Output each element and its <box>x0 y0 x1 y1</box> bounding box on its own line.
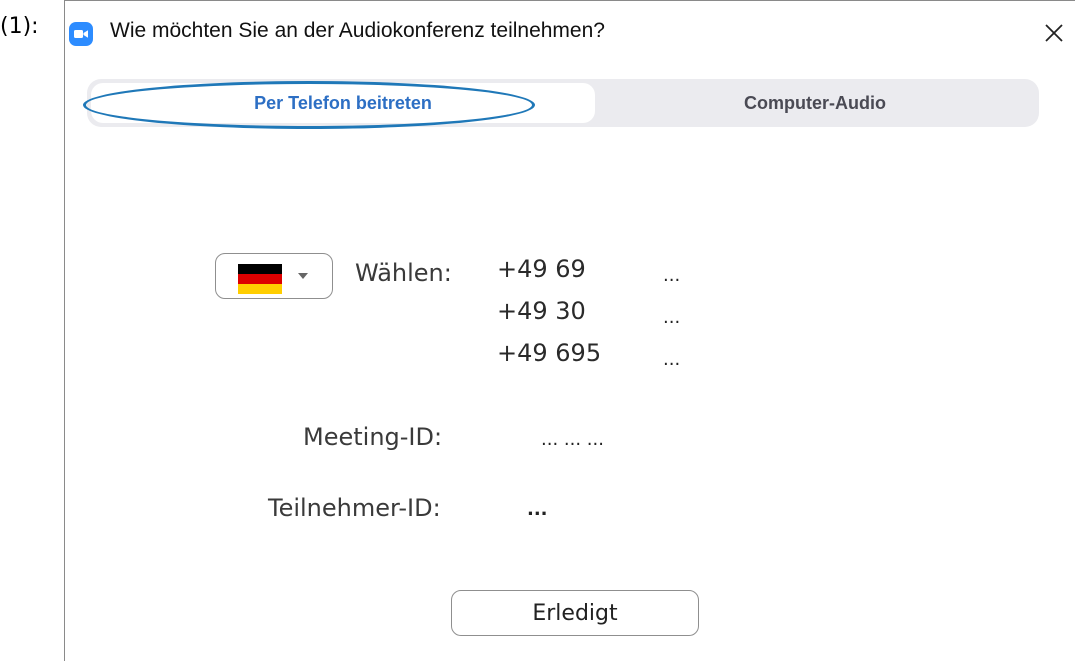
tab-computer-audio[interactable]: Computer-Audio <box>595 83 1035 123</box>
dial-number-rest: ... <box>663 307 681 328</box>
germany-flag-icon <box>238 264 282 294</box>
title-bar: Wie möchten Sie an der Audiokonferenz te… <box>65 1 1075 61</box>
participant-id-label: Teilnehmer-ID: <box>268 494 441 522</box>
dialog-title: Wie möchten Sie an der Audiokonferenz te… <box>110 19 605 42</box>
country-dropdown[interactable] <box>215 253 333 299</box>
audio-join-dialog: Wie möchten Sie an der Audiokonferenz te… <box>64 0 1075 661</box>
step-label: (1): <box>0 14 39 39</box>
zoom-icon <box>69 22 93 46</box>
dial-number-rest: ... <box>663 349 681 370</box>
dial-number-rest: ... <box>663 265 681 286</box>
participant-id-value: ... <box>527 499 548 520</box>
dial-number: +49 69 <box>497 255 586 283</box>
chevron-down-icon <box>298 273 308 279</box>
meeting-id-value: ... ... ... <box>541 429 604 450</box>
done-button[interactable]: Erledigt <box>451 590 699 636</box>
audio-mode-tabs: Per Telefon beitreten Computer-Audio <box>87 79 1039 127</box>
close-icon <box>1045 24 1063 42</box>
tab-join-by-phone[interactable]: Per Telefon beitreten <box>91 83 595 123</box>
meeting-id-label: Meeting-ID: <box>303 423 443 451</box>
dial-label: Wählen: <box>355 259 452 287</box>
close-button[interactable] <box>1037 16 1071 50</box>
dial-number: +49 30 <box>497 297 586 325</box>
dial-number: +49 695 <box>497 339 602 367</box>
